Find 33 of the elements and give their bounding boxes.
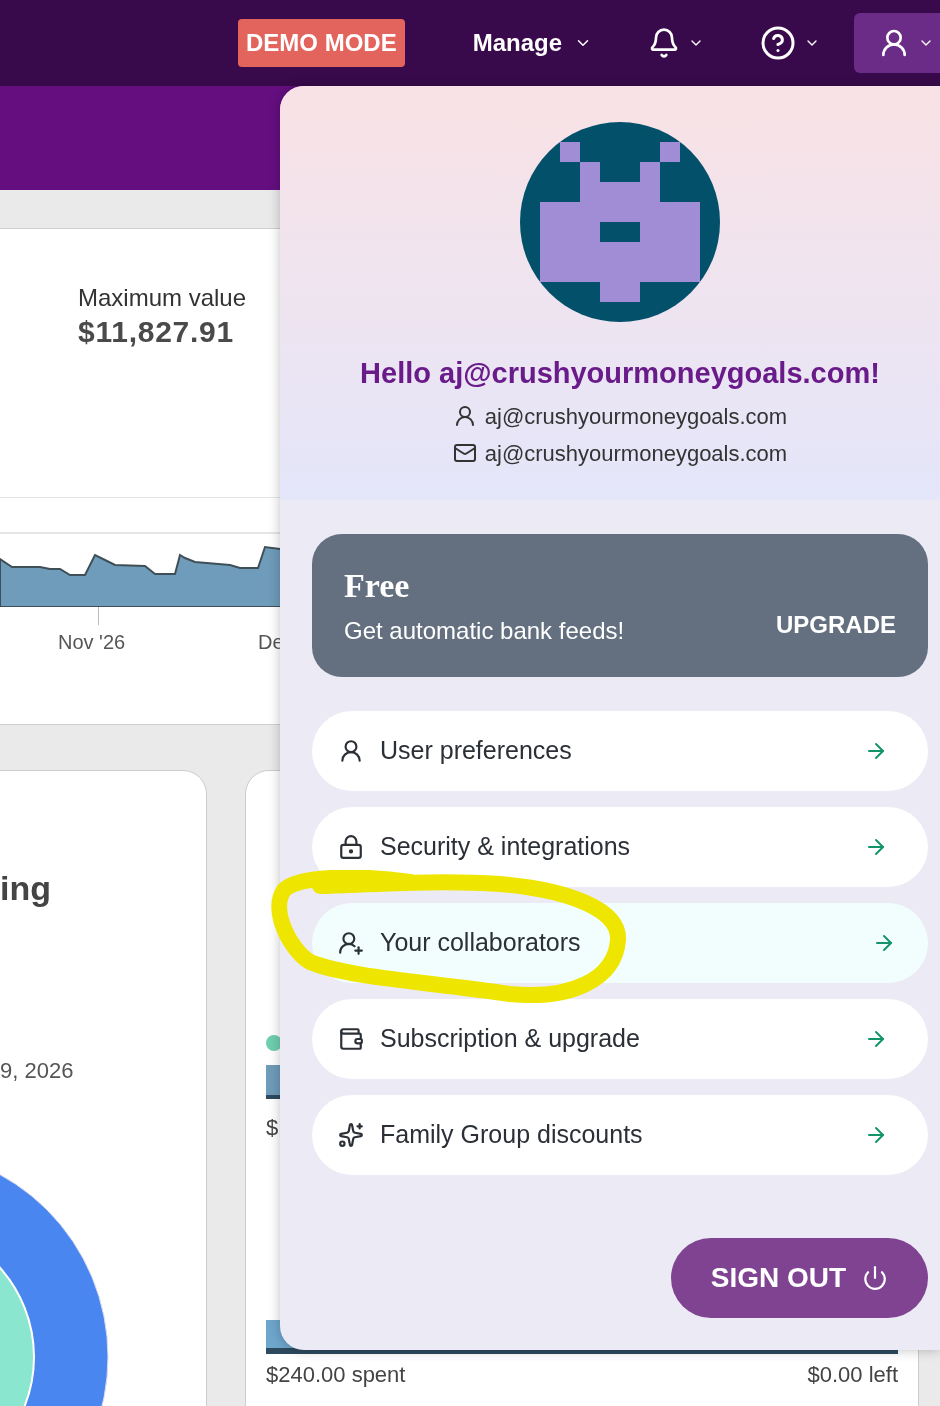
demo-mode-badge: DEMO MODE bbox=[237, 19, 405, 67]
greeting-text: Hello aj@crushyourmoneygoals.com! bbox=[360, 356, 880, 391]
menu-item[interactable]: Subscription & upgrade bbox=[312, 999, 928, 1079]
upgrade-button[interactable]: UPGRADE bbox=[776, 607, 896, 643]
card-title: ing bbox=[0, 868, 52, 909]
power-icon bbox=[862, 1265, 889, 1291]
spent-text: $240.00 spent bbox=[266, 1361, 406, 1389]
mail-icon bbox=[452, 441, 477, 465]
email-text: aj@crushyourmoneygoals.com bbox=[484, 439, 788, 468]
avatar-icon bbox=[520, 122, 720, 322]
sign-out-button[interactable]: SIGN OUT bbox=[671, 1238, 928, 1318]
manage-menu[interactable]: Manage bbox=[472, 25, 592, 61]
card-icon bbox=[338, 1026, 364, 1052]
date-text: 9, 2026 bbox=[0, 1057, 75, 1085]
menu-item[interactable]: Your collaborators bbox=[312, 903, 928, 983]
help-icon bbox=[760, 25, 796, 61]
sparkles-icon bbox=[338, 1122, 364, 1148]
username-text: aj@crushyourmoneygoals.com bbox=[484, 402, 788, 431]
plan-message: Get automatic bank feeds! bbox=[344, 616, 625, 646]
remaining-text: $0.00 left bbox=[807, 1361, 898, 1389]
person-plus-icon bbox=[338, 930, 364, 956]
menu-item[interactable]: Security & integrations bbox=[312, 807, 928, 887]
amount-text: $ bbox=[266, 1114, 279, 1142]
lock-icon bbox=[338, 834, 364, 860]
account-button[interactable] bbox=[854, 13, 940, 73]
bell-icon bbox=[648, 27, 680, 59]
summary-label: Maximum value bbox=[78, 283, 248, 313]
menu-item[interactable]: Family Group discounts bbox=[312, 1095, 928, 1175]
plan-name: Free bbox=[344, 565, 411, 606]
summary-value: $11,827.91 bbox=[78, 314, 235, 350]
axis-label: Nov '26 bbox=[58, 629, 126, 655]
person-icon bbox=[338, 738, 364, 764]
menu-item[interactable]: User preferences bbox=[312, 711, 928, 791]
